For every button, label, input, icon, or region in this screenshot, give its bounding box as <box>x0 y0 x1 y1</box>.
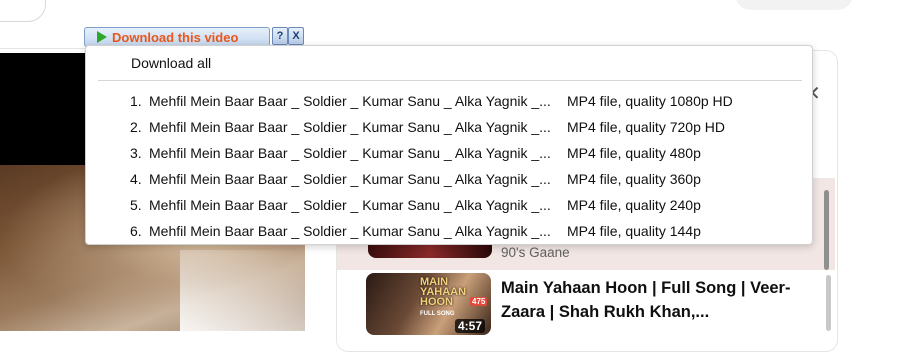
video-player-top[interactable] <box>0 53 86 165</box>
item-title: Mehfil Mein Baar Baar _ Soldier _ Kumar … <box>149 93 551 109</box>
item-number: 1. <box>130 93 142 109</box>
item-title: Mehfil Mein Baar Baar _ Soldier _ Kumar … <box>149 145 551 161</box>
item-format: MP4 file, quality 1080p HD <box>567 93 733 109</box>
download-video-button[interactable]: Download this video <box>84 27 270 47</box>
close-button[interactable]: X <box>288 27 304 45</box>
download-option-360p[interactable]: 4. Mehfil Mein Baar Baar _ Soldier _ Kuma… <box>130 166 701 192</box>
play-icon <box>97 31 107 43</box>
item-title: Mehfil Mein Baar Baar _ Soldier _ Kumar … <box>149 119 551 135</box>
item-title: Mehfil Mein Baar Baar _ Soldier _ Kumar … <box>149 197 551 213</box>
item-title: Mehfil Mein Baar Baar _ Soldier _ Kumar … <box>149 223 551 239</box>
item-title: Mehfil Mein Baar Baar _ Soldier _ Kumar … <box>149 171 551 187</box>
video-frame-highlight <box>180 250 305 331</box>
download-option-240p[interactable]: 5. Mehfil Mein Baar Baar _ Soldier _ Kuma… <box>130 192 701 218</box>
item-number: 3. <box>130 145 142 161</box>
item-number: 5. <box>130 197 142 213</box>
download-menu: Download all 1. Mehfil Mein Baar Baar _ S… <box>85 45 813 245</box>
download-button-label: Download this video <box>112 30 239 45</box>
item-number: 6. <box>130 223 142 239</box>
item-format: MP4 file, quality 480p <box>567 145 701 161</box>
menu-separator <box>98 80 802 81</box>
thumbnail-tag: FULL SONG <box>420 311 455 317</box>
download-option-144p[interactable]: 6. Mehfil Mein Baar Baar _ Soldier _ Kuma… <box>130 218 701 244</box>
panel-scrollbar[interactable] <box>826 275 831 331</box>
item-format: MP4 file, quality 720p HD <box>567 119 725 135</box>
item-format: MP4 file, quality 240p <box>567 197 701 213</box>
next-video-title[interactable]: Main Yahaan Hoon | Full Song | Veer-Zaar… <box>501 276 801 324</box>
download-all-item[interactable]: Download all <box>131 55 211 71</box>
download-option-1080p[interactable]: 1. Mehfil Mein Baar Baar _ Soldier _ Kuma… <box>130 88 733 114</box>
browser-back-area[interactable] <box>0 0 46 22</box>
download-option-480p[interactable]: 3. Mehfil Mein Baar Baar _ Soldier _ Kuma… <box>130 140 701 166</box>
item-number: 4. <box>130 171 142 187</box>
row-scrollbar[interactable] <box>824 190 829 270</box>
thumbnail-badge: 475 <box>470 297 488 306</box>
help-button[interactable]: ? <box>272 27 288 45</box>
item-number: 2. <box>130 119 142 135</box>
top-search-pill[interactable] <box>735 0 853 10</box>
next-video-thumbnail[interactable]: MAIN YAHAAN HOON 475 FULL SONG 4:57 <box>366 273 491 335</box>
item-format: MP4 file, quality 360p <box>567 171 701 187</box>
download-option-720p[interactable]: 2. Mehfil Mein Baar Baar _ Soldier _ Kuma… <box>130 114 725 140</box>
current-video-channel: 90's Gaane <box>501 245 570 260</box>
item-format: MP4 file, quality 144p <box>567 223 701 239</box>
